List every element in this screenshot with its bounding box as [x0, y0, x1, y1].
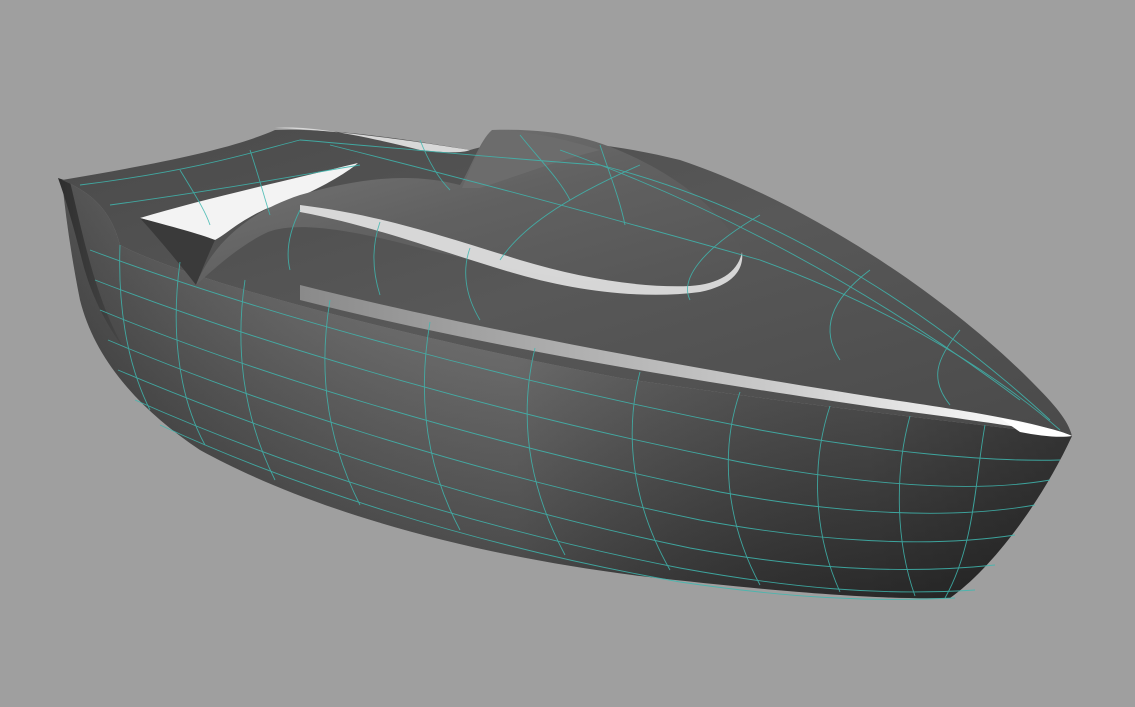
viewport-canvas[interactable]	[0, 0, 1135, 707]
3d-viewport[interactable]	[0, 0, 1135, 707]
